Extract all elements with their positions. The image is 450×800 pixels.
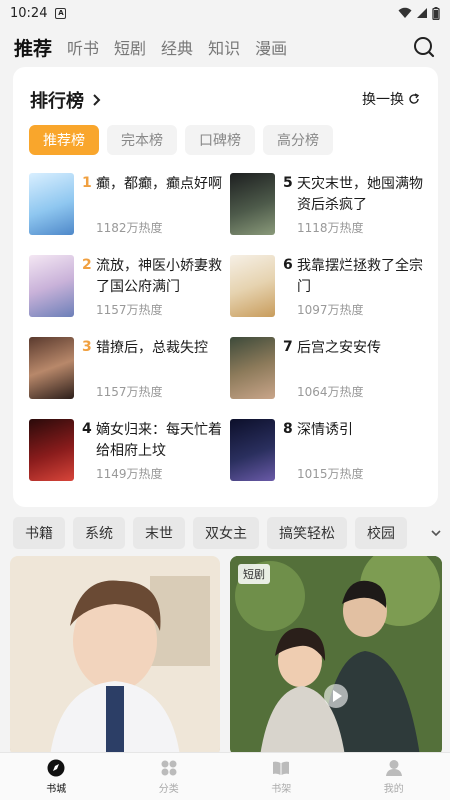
book-heat: 1157万热度 [96,385,163,399]
book-title: 天灾末世，她囤满物资后杀疯了 [297,176,423,213]
book-heat: 1157万热度 [96,303,163,317]
book-cover [29,337,74,399]
book-title: 癫，都癫，癫点好啊 [96,176,222,192]
chip-books[interactable]: 书籍 [13,517,65,549]
book-item[interactable]: 3 错撩后，总裁失控 1157万热度 [29,337,219,407]
tab-category-label: 分类 [158,784,179,795]
book-title: 我靠摆烂拯救了全宗门 [297,258,423,295]
book-item[interactable]: 7 后宫之安安传 1064万热度 [230,337,420,407]
rank-tab-recommend[interactable]: 推荐榜 [29,125,99,155]
chip-comedy[interactable]: 搞笑轻松 [267,517,347,549]
compass-icon [47,759,65,777]
battery-icon [432,6,440,20]
book-item[interactable]: 1 癫，都癫，癫点好啊 1182万热度 [29,173,222,243]
chip-dual-heroine[interactable]: 双女主 [193,517,259,549]
category-chips: 书籍 系统 末世 双女主 搞笑轻松 校园 [13,517,450,549]
book-heat: 1064万热度 [297,385,364,399]
tab-bookshelf-label: 书架 [271,784,292,795]
sim-icon: A [55,7,67,19]
rank-number: 3 [82,339,92,355]
status-time: 10:24 [10,5,48,21]
chevron-right-icon [93,94,101,106]
book-item[interactable]: 5 天灾末世，她囤满物资后杀疯了 1118万热度 [230,173,423,243]
rank-number: 5 [283,175,293,191]
book-cover [230,337,275,399]
feed-card[interactable] [10,556,220,756]
feed-image [10,556,220,756]
book-title: 后宫之安安传 [297,340,381,356]
book-cover [29,255,74,317]
ranking-title: 排行榜 [30,91,84,112]
rank-tab-high-score[interactable]: 高分榜 [263,125,333,155]
search-icon[interactable] [412,35,436,59]
feed-image [230,556,442,756]
tab-short-drama[interactable]: 短剧 [114,35,146,59]
tab-recommend[interactable]: 推荐 [14,34,52,61]
book-title: 错撩后，总裁失控 [96,340,208,356]
book-heat: 1182万热度 [96,221,163,235]
tab-classic[interactable]: 经典 [161,35,193,59]
tab-knowledge[interactable]: 知识 [208,35,240,59]
book-item[interactable]: 2 流放，神医小娇妻救了国公府满门 1157万热度 [29,255,222,325]
tab-bookshelf[interactable]: 书架 [225,753,338,800]
refresh-button[interactable]: 换一换 [362,89,420,109]
rank-number: 6 [283,257,293,273]
wifi-icon [398,7,412,18]
top-nav: 推荐 听书 短剧 经典 知识 漫画 [0,28,450,66]
book-item[interactable]: 8 深情诱引 1015万热度 [230,419,420,489]
tab-audiobook[interactable]: 听书 [67,35,99,59]
chip-campus[interactable]: 校园 [355,517,407,549]
short-drama-badge: 短剧 [238,564,270,584]
rank-number: 1 [82,175,92,191]
tab-bookstore-label: 书城 [46,784,67,795]
book-title: 嫡女归来：每天忙着给相府上坟 [96,422,222,459]
book-title: 流放，神医小娇妻救了国公府满门 [96,258,222,295]
chip-apocalypse[interactable]: 末世 [133,517,185,549]
book-open-icon [273,761,290,775]
user-icon [385,760,402,776]
rank-number: 2 [82,257,92,273]
tab-category[interactable]: 分类 [113,753,226,800]
refresh-icon [409,93,420,104]
rank-tab-reputation[interactable]: 口碑榜 [185,125,255,155]
tab-bookstore[interactable]: 书城 [0,753,113,800]
book-heat: 1118万热度 [297,221,364,235]
book-heat: 1097万热度 [297,303,364,317]
book-title: 深情诱引 [297,422,353,438]
chip-system[interactable]: 系统 [73,517,125,549]
signal-icon [417,8,427,18]
ranking-header[interactable]: 排行榜 [30,87,102,113]
tab-profile-label: 我的 [383,784,404,795]
status-bar: 10:24 A [0,0,450,26]
book-item[interactable]: 4 嫡女归来：每天忙着给相府上坟 1149万热度 [29,419,222,489]
book-cover [230,255,275,317]
ranking-tabs: 推荐榜 完本榜 口碑榜 高分榜 [29,125,333,155]
book-heat: 1015万热度 [297,467,364,481]
rank-number: 7 [283,339,293,355]
ranking-card: 排行榜 换一换 推荐榜 完本榜 口碑榜 高分榜 1 癫，都癫，癫点好啊 1182… [13,67,438,507]
category-icon [161,760,177,776]
rank-tab-completed[interactable]: 完本榜 [107,125,177,155]
rank-number: 4 [82,421,92,437]
book-heat: 1149万热度 [96,467,163,481]
feed-card[interactable]: 短剧 [230,556,442,756]
book-cover [230,419,275,481]
book-item[interactable]: 6 我靠摆烂拯救了全宗门 1097万热度 [230,255,423,325]
chevron-down-icon[interactable] [430,527,442,539]
book-cover [29,173,74,235]
tab-profile[interactable]: 我的 [338,753,450,800]
bottom-tab-bar: 书城 分类 书架 我的 [0,752,450,800]
tab-comics[interactable]: 漫画 [255,35,287,59]
refresh-label: 换一换 [362,92,404,108]
book-cover [230,173,275,235]
rank-number: 8 [283,421,293,437]
book-cover [29,419,74,481]
